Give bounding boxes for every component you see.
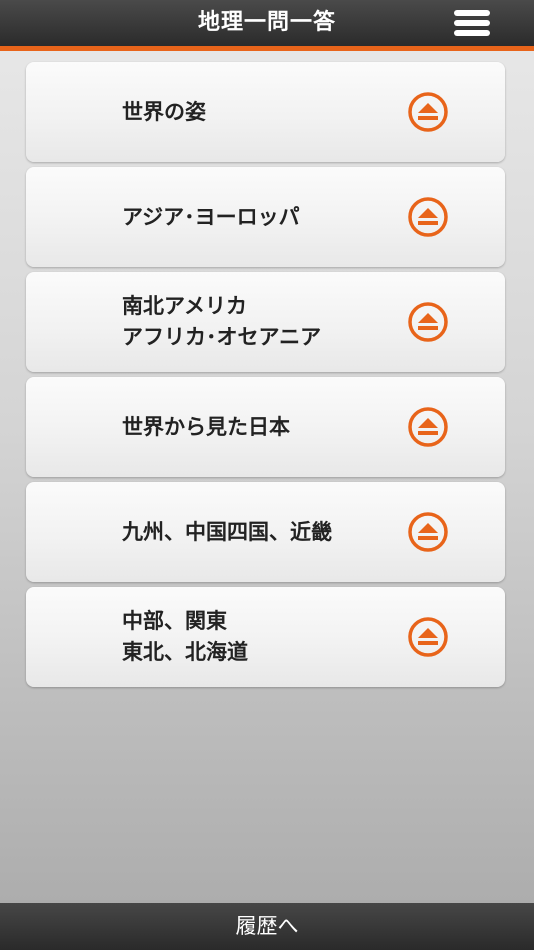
category-label-line1: アジア･ヨーロッパ	[122, 204, 300, 229]
category-label-line1: 中部、関東	[122, 609, 227, 633]
category-item-americas-africa-oceania[interactable]: 南北アメリカ アフリカ･オセアニア	[26, 272, 505, 372]
menu-bar	[454, 30, 490, 36]
category-item-asia-europe[interactable]: アジア･ヨーロッパ	[26, 167, 505, 267]
menu-bar	[454, 20, 490, 26]
eject-circle-icon	[408, 617, 448, 657]
category-label-line1: 世界から見た日本	[122, 414, 290, 439]
category-label: 世界から見た日本	[122, 377, 422, 477]
category-label-line1: 九州、中国四国、近畿	[122, 519, 332, 544]
category-label-line1: 南北アメリカ	[122, 294, 247, 318]
hamburger-menu-icon[interactable]	[454, 8, 490, 38]
category-list: 世界の姿 アジア･ヨーロッパ 南北アメリカ アフリカ･オセアニア 世界から見た日…	[26, 62, 505, 692]
eject-circle-icon	[408, 197, 448, 237]
category-item-world[interactable]: 世界の姿	[26, 62, 505, 162]
category-label-line2: アフリカ･オセアニア	[122, 325, 322, 349]
category-label: 中部、関東 東北、北海道	[122, 587, 422, 687]
category-label-line2: 東北、北海道	[122, 640, 248, 664]
category-item-chubu-kanto-tohoku-hokkaido[interactable]: 中部、関東 東北、北海道	[26, 587, 505, 687]
category-label: 九州、中国四国、近畿	[122, 482, 422, 582]
menu-bar	[454, 10, 490, 16]
history-button[interactable]: 履歴へ	[0, 903, 534, 950]
app-header: 地理一問一答	[0, 0, 534, 51]
eject-circle-icon	[408, 302, 448, 342]
category-label: 南北アメリカ アフリカ･オセアニア	[122, 272, 422, 372]
category-item-kyushu-chugoku-kinki[interactable]: 九州、中国四国、近畿	[26, 482, 505, 582]
eject-circle-icon	[408, 512, 448, 552]
eject-circle-icon	[408, 92, 448, 132]
category-label: アジア･ヨーロッパ	[122, 167, 422, 267]
category-label-line1: 世界の姿	[122, 99, 206, 124]
category-item-japan-from-world[interactable]: 世界から見た日本	[26, 377, 505, 477]
category-label: 世界の姿	[122, 62, 422, 162]
eject-circle-icon	[408, 407, 448, 447]
